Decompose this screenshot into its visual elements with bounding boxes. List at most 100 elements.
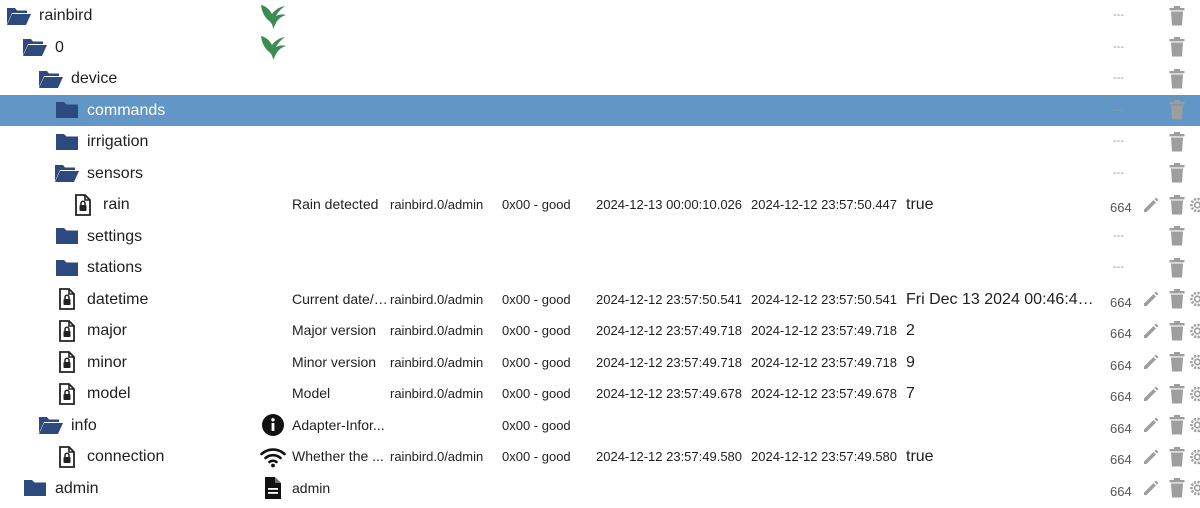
quality-status: 0x00 - good (502, 417, 571, 433)
edit-icon[interactable] (1140, 441, 1162, 473)
state-file-icon[interactable] (54, 378, 80, 410)
edit-icon[interactable] (1140, 473, 1162, 505)
tree-item-name[interactable]: major (87, 315, 277, 347)
tree-row-stations[interactable]: stations --- (0, 252, 1200, 284)
tree-row-major[interactable]: major Major version rainbird.0/admin 0x00 -… (0, 315, 1200, 347)
delete-icon[interactable] (1167, 32, 1187, 64)
edit-icon[interactable] (1140, 189, 1162, 221)
tree-item-name[interactable]: stations (87, 252, 277, 284)
state-value[interactable]: true (906, 441, 1096, 473)
gear-icon[interactable] (1188, 410, 1200, 442)
tree-row-sensors[interactable]: sensors --- (0, 158, 1200, 190)
tree-item-name[interactable]: connection (87, 441, 277, 473)
folder-open-icon[interactable] (22, 32, 48, 64)
edit-icon[interactable] (1140, 410, 1162, 442)
delete-icon[interactable] (1167, 221, 1187, 253)
acl-value[interactable]: 664 (1110, 381, 1134, 413)
tree-item-name[interactable]: irrigation (87, 126, 277, 158)
delete-icon[interactable] (1167, 63, 1187, 95)
tree-item-name[interactable]: minor (87, 347, 277, 379)
state-file-icon[interactable] (54, 284, 80, 316)
acl-value[interactable]: 664 (1110, 444, 1134, 476)
folder-closed-icon[interactable] (54, 221, 80, 253)
folder-open-icon[interactable] (38, 410, 64, 442)
tree-row-rainbird[interactable]: rainbird --- (0, 0, 1200, 32)
tree-item-name[interactable]: rainbird (39, 0, 229, 32)
tree-item-name[interactable]: rain (103, 189, 293, 221)
delete-icon[interactable] (1167, 126, 1187, 158)
delete-icon[interactable] (1167, 0, 1187, 32)
edit-icon[interactable] (1140, 284, 1162, 316)
state-file-icon[interactable] (54, 441, 80, 473)
object-description: Major version (292, 322, 377, 338)
acl-value[interactable]: 664 (1110, 287, 1134, 319)
folder-closed-icon[interactable] (54, 126, 80, 158)
tree-item-name[interactable]: device (71, 63, 261, 95)
tree-row-connection[interactable]: connection Whether the ... rainbird.0/admi… (0, 441, 1200, 473)
state-file-icon[interactable] (54, 347, 80, 379)
tree-row-settings[interactable]: settings --- (0, 221, 1200, 253)
folder-open-icon[interactable] (54, 158, 80, 190)
delete-icon[interactable] (1167, 158, 1187, 190)
state-value[interactable]: Fri Dec 13 2024 00:46:40 ... (906, 284, 1096, 316)
delete-icon[interactable] (1167, 347, 1187, 379)
acl-placeholder: --- (1113, 229, 1124, 242)
gear-icon[interactable] (1188, 315, 1200, 347)
tree-row-rain[interactable]: rain Rain detected rainbird.0/admin 0x00 - … (0, 189, 1200, 221)
acl-value[interactable]: 664 (1110, 476, 1134, 508)
state-value[interactable]: true (906, 189, 1096, 221)
state-file-icon[interactable] (70, 189, 96, 221)
tree-row-admin[interactable]: admin admin 664 (0, 473, 1200, 505)
tree-item-name[interactable]: 0 (55, 32, 245, 64)
gear-icon[interactable] (1188, 284, 1200, 316)
state-value[interactable]: 2 (906, 315, 1096, 347)
delete-icon[interactable] (1167, 410, 1187, 442)
state-value[interactable]: 9 (906, 347, 1096, 379)
gear-icon[interactable] (1188, 347, 1200, 379)
folder-closed-icon[interactable] (54, 252, 80, 284)
state-file-icon[interactable] (54, 315, 80, 347)
tree-row-info[interactable]: info Adapter-Infor... 0x00 - good 664 (0, 410, 1200, 442)
delete-icon[interactable] (1167, 284, 1187, 316)
edit-icon[interactable] (1140, 315, 1162, 347)
delete-icon[interactable] (1167, 189, 1187, 221)
acl-value[interactable]: 664 (1110, 413, 1134, 445)
tree-item-name[interactable]: info (71, 410, 261, 442)
delete-icon[interactable] (1167, 95, 1187, 127)
delete-icon[interactable] (1167, 315, 1187, 347)
tree-row-irrigation[interactable]: irrigation --- (0, 126, 1200, 158)
tree-row-device[interactable]: device --- (0, 63, 1200, 95)
tree-item-name[interactable]: admin (55, 473, 245, 505)
delete-icon[interactable] (1167, 441, 1187, 473)
acl-value[interactable]: 664 (1110, 350, 1134, 382)
delete-icon[interactable] (1167, 378, 1187, 410)
edit-icon[interactable] (1140, 378, 1162, 410)
tree-row-datetime[interactable]: datetime Current date/t... rainbird.0/admi… (0, 284, 1200, 316)
edit-icon[interactable] (1140, 347, 1162, 379)
folder-open-icon[interactable] (6, 0, 32, 32)
tree-item-name[interactable]: sensors (87, 158, 277, 190)
acl-value[interactable]: 664 (1110, 318, 1134, 350)
folder-open-icon[interactable] (38, 63, 64, 95)
tree-row-0[interactable]: 0 --- (0, 32, 1200, 64)
gear-icon[interactable] (1188, 189, 1200, 221)
tree-row-commands[interactable]: commands --- (0, 94, 1200, 127)
timestamp: 2024-12-12 23:57:49.678 (596, 386, 743, 401)
tree-row-model[interactable]: model Model rainbird.0/admin 0x00 - good 202… (0, 378, 1200, 410)
gear-icon[interactable] (1188, 378, 1200, 410)
tree-item-name[interactable]: commands (87, 95, 277, 127)
gear-icon[interactable] (1188, 473, 1200, 505)
state-value[interactable]: 7 (906, 378, 1096, 410)
folder-closed-icon[interactable] (54, 95, 80, 127)
tree-item-name[interactable]: datetime (87, 284, 277, 316)
changed-from: rainbird.0/admin (390, 354, 484, 370)
last-changed: 2024-12-12 23:57:49.580 (751, 449, 898, 464)
acl-value[interactable]: 664 (1110, 192, 1134, 224)
folder-closed-icon[interactable] (22, 473, 48, 505)
tree-row-minor[interactable]: minor Minor version rainbird.0/admin 0x00 -… (0, 347, 1200, 379)
delete-icon[interactable] (1167, 252, 1187, 284)
tree-item-name[interactable]: settings (87, 221, 277, 253)
tree-item-name[interactable]: model (87, 378, 277, 410)
gear-icon[interactable] (1188, 441, 1200, 473)
delete-icon[interactable] (1167, 473, 1187, 505)
